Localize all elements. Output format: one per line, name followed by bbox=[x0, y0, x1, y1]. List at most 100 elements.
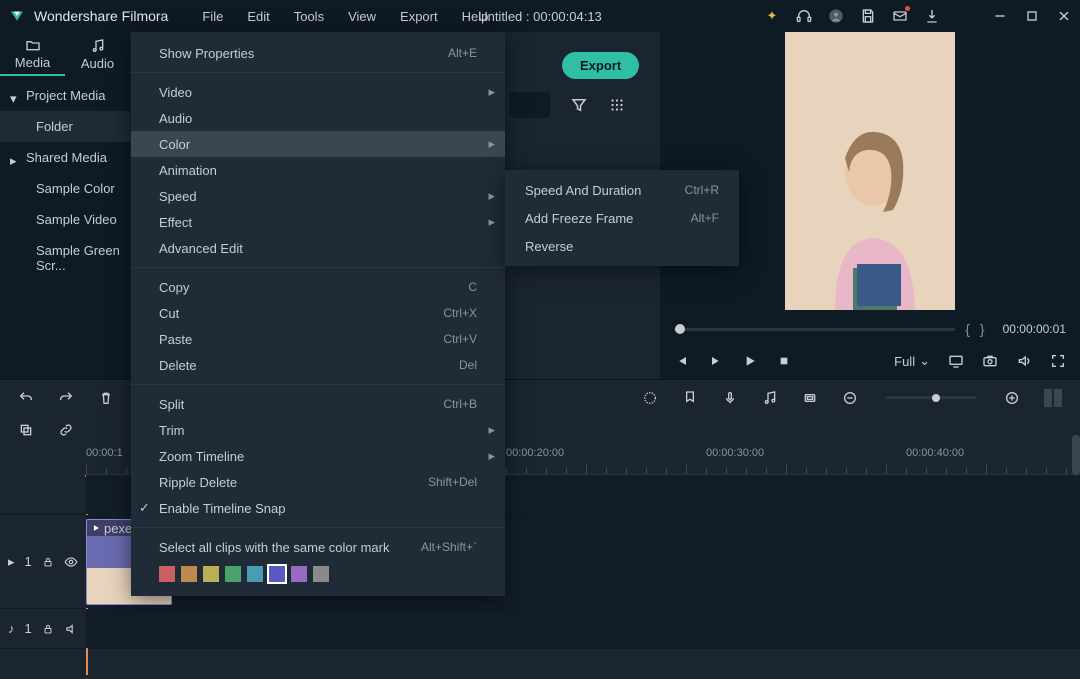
color-mark-orange[interactable] bbox=[181, 566, 197, 582]
ctx-zoom-timeline[interactable]: Zoom Timeline▸ bbox=[131, 443, 505, 469]
sub-speed-duration[interactable]: Speed And DurationCtrl+R bbox=[505, 176, 739, 204]
crop-icon[interactable] bbox=[802, 390, 818, 406]
mail-icon[interactable] bbox=[892, 8, 908, 24]
audio-mixer-icon[interactable] bbox=[762, 390, 778, 406]
stop-button[interactable] bbox=[776, 353, 792, 369]
menu-edit[interactable]: Edit bbox=[237, 5, 279, 28]
video-track-icon: ▸ bbox=[8, 554, 15, 570]
export-button[interactable]: Export bbox=[562, 52, 639, 79]
tab-audio[interactable]: Audio bbox=[65, 32, 130, 76]
music-icon bbox=[89, 38, 107, 54]
tree-sample-color[interactable]: Sample Color bbox=[0, 173, 130, 204]
mark-in-icon[interactable]: { bbox=[965, 321, 970, 337]
color-mark-green[interactable] bbox=[225, 566, 241, 582]
display-icon[interactable] bbox=[948, 353, 964, 369]
ctx-trim[interactable]: Trim▸ bbox=[131, 417, 505, 443]
track-height-toggle[interactable] bbox=[1044, 389, 1062, 407]
ctx-enable-snap[interactable]: ✓Enable Timeline Snap bbox=[131, 495, 505, 521]
tree-sample-video[interactable]: Sample Video bbox=[0, 204, 130, 235]
render-icon[interactable] bbox=[642, 390, 658, 406]
ctx-effect[interactable]: Effect▸ bbox=[131, 209, 505, 235]
ctx-animation[interactable]: Animation bbox=[131, 157, 505, 183]
lock-icon[interactable] bbox=[42, 623, 54, 635]
zoom-slider[interactable] bbox=[886, 396, 976, 399]
color-mark-purple[interactable] bbox=[291, 566, 307, 582]
title-bar: Wondershare Filmora File Edit Tools View… bbox=[0, 0, 1080, 32]
next-frame-button[interactable] bbox=[708, 353, 724, 369]
undo-button[interactable] bbox=[18, 390, 34, 406]
tree-shared-media[interactable]: ▸Shared Media bbox=[0, 142, 130, 173]
scrub-track[interactable] bbox=[674, 328, 955, 331]
zoom-in-button[interactable] bbox=[1004, 390, 1020, 406]
ctx-color[interactable]: Color▸ bbox=[131, 131, 505, 157]
chevron-right-icon: ▸ bbox=[488, 422, 495, 438]
ctx-ripple-delete[interactable]: Ripple DeleteShift+Del bbox=[131, 469, 505, 495]
volume-icon[interactable] bbox=[1016, 353, 1032, 369]
grid-view-icon[interactable] bbox=[608, 96, 626, 114]
save-icon[interactable] bbox=[860, 8, 876, 24]
menu-tools[interactable]: Tools bbox=[284, 5, 334, 28]
ctx-speed[interactable]: Speed▸ bbox=[131, 183, 505, 209]
zoom-out-button[interactable] bbox=[842, 390, 858, 406]
menu-view[interactable]: View bbox=[338, 5, 386, 28]
minimize-button[interactable] bbox=[992, 8, 1008, 24]
speaker-icon[interactable] bbox=[64, 622, 78, 636]
download-icon[interactable] bbox=[924, 8, 940, 24]
color-mark-blue[interactable] bbox=[269, 566, 285, 582]
scrub-thumb[interactable] bbox=[675, 324, 685, 334]
voiceover-icon[interactable] bbox=[722, 390, 738, 406]
play-button[interactable] bbox=[742, 353, 758, 369]
link-icon[interactable] bbox=[58, 422, 74, 438]
redo-button[interactable] bbox=[58, 390, 74, 406]
eye-icon[interactable] bbox=[64, 555, 78, 569]
tree-project-media[interactable]: ▾Project Media bbox=[0, 80, 130, 111]
lock-icon[interactable] bbox=[42, 556, 54, 568]
filter-icon[interactable] bbox=[570, 96, 588, 114]
menu-export[interactable]: Export bbox=[390, 5, 448, 28]
browser-toolbar bbox=[510, 92, 626, 118]
color-mark-cyan[interactable] bbox=[247, 566, 263, 582]
ctx-cut[interactable]: CutCtrl+X bbox=[131, 300, 505, 326]
audio-track-content[interactable] bbox=[86, 609, 1080, 648]
ctx-split[interactable]: SplitCtrl+B bbox=[131, 391, 505, 417]
tree-folder[interactable]: Folder bbox=[0, 111, 130, 142]
mark-out-icon[interactable]: } bbox=[980, 321, 985, 337]
chevron-right-icon: ▸ bbox=[488, 448, 495, 464]
check-icon: ✓ bbox=[139, 500, 150, 516]
menu-file[interactable]: File bbox=[192, 5, 233, 28]
close-button[interactable] bbox=[1056, 8, 1072, 24]
color-mark-red[interactable] bbox=[159, 566, 175, 582]
search-input[interactable] bbox=[510, 92, 550, 118]
bulb-icon[interactable]: ✦ bbox=[764, 8, 780, 24]
preview-quality-dropdown[interactable]: Full⌄ bbox=[894, 353, 930, 369]
caret-down-icon: ▾ bbox=[10, 91, 20, 101]
ctx-copy[interactable]: CopyC bbox=[131, 274, 505, 300]
sub-freeze-frame[interactable]: Add Freeze FrameAlt+F bbox=[505, 204, 739, 232]
marker-icon[interactable] bbox=[682, 390, 698, 406]
chevron-right-icon: ▸ bbox=[488, 136, 495, 152]
tab-media[interactable]: Media bbox=[0, 32, 65, 76]
ctx-show-properties[interactable]: Show PropertiesAlt+E bbox=[131, 40, 505, 66]
ruler-label: 00:00:20:00 bbox=[506, 447, 564, 459]
timeline-scrollbar[interactable] bbox=[1072, 435, 1080, 475]
ruler-label: 00:00:30:00 bbox=[706, 447, 764, 459]
document-title: Untitled : 00:00:04:13 bbox=[478, 9, 602, 24]
audio-track-label: 1 bbox=[25, 621, 32, 636]
ctx-delete[interactable]: DeleteDel bbox=[131, 352, 505, 378]
ctx-select-color-mark[interactable]: Select all clips with the same color mar… bbox=[131, 534, 505, 560]
color-mark-gray[interactable] bbox=[313, 566, 329, 582]
snapshot-icon[interactable] bbox=[982, 353, 998, 369]
maximize-button[interactable] bbox=[1024, 8, 1040, 24]
copy-icon[interactable] bbox=[18, 422, 34, 438]
headset-icon[interactable] bbox=[796, 8, 812, 24]
profile-icon[interactable] bbox=[828, 8, 844, 24]
zoom-thumb[interactable] bbox=[932, 394, 940, 402]
delete-button[interactable] bbox=[98, 390, 114, 406]
ctx-video[interactable]: Video▸ bbox=[131, 79, 505, 105]
sub-reverse[interactable]: Reverse bbox=[505, 232, 739, 260]
color-mark-yellow[interactable] bbox=[203, 566, 219, 582]
prev-frame-button[interactable] bbox=[674, 353, 690, 369]
preview-timecode: 00:00:00:01 bbox=[1003, 322, 1066, 336]
fullscreen-icon[interactable] bbox=[1050, 353, 1066, 369]
tree-sample-green-screen[interactable]: Sample Green Scr... bbox=[0, 235, 130, 281]
